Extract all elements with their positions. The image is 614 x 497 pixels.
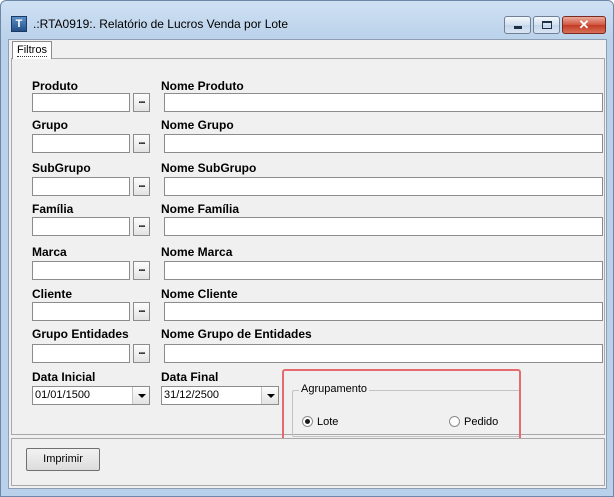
cliente-code-input[interactable] (32, 302, 130, 321)
data-inicial-value: 01/01/1500 (35, 389, 91, 401)
produto-label: Produto (32, 79, 78, 93)
chevron-down-icon[interactable] (132, 387, 149, 404)
actions-panel: Imprimir (11, 438, 605, 486)
familia-label: Família (32, 202, 74, 216)
nome-produto-input[interactable] (164, 93, 603, 112)
grupo-entidades-label: Grupo Entidades (32, 327, 129, 341)
agrupamento-title: Agrupamento (299, 383, 370, 395)
nome-grupo-entidades-label: Nome Grupo de Entidades (161, 327, 312, 341)
radio-checked-icon (302, 416, 313, 427)
familia-code-input[interactable] (32, 217, 130, 236)
subgrupo-code-input[interactable] (32, 177, 130, 196)
data-inicial-field[interactable]: 01/01/1500 (32, 386, 150, 405)
subgrupo-label: SubGrupo (32, 161, 91, 175)
radio-lote-label: Lote (317, 416, 339, 428)
radio-pedido-label: Pedido (464, 416, 499, 428)
data-final-value: 31/12/2500 (164, 389, 220, 401)
filters-panel: Produto Nome Produto ... Grupo Nome Grup… (11, 58, 605, 448)
agrupamento-group: Agrupamento Lote Pedido (292, 383, 521, 437)
tab-filtros[interactable]: Filtros (12, 41, 52, 59)
produto-lookup-button[interactable]: ... (133, 93, 150, 112)
data-inicial-label: Data Inicial (32, 370, 96, 384)
marca-lookup-button[interactable]: ... (133, 261, 150, 280)
title-bar[interactable]: T .:RTA0919:. Relatório de Lucros Venda … (1, 1, 613, 37)
minimize-icon (514, 26, 522, 29)
data-final-label: Data Final (161, 370, 219, 384)
close-button[interactable]: ✕ (562, 16, 606, 34)
grupo-lookup-button[interactable]: ... (133, 134, 150, 153)
subgrupo-lookup-button[interactable]: ... (133, 177, 150, 196)
grupo-code-input[interactable] (32, 134, 130, 153)
produto-code-input[interactable] (32, 93, 130, 112)
nome-grupo-label: Nome Grupo (161, 118, 234, 132)
nome-marca-input[interactable] (164, 261, 603, 280)
app-logo-icon: T (11, 16, 27, 32)
close-icon: ✕ (578, 17, 590, 32)
radio-lote[interactable]: Lote (302, 416, 338, 428)
tab-filtros-label: Filtros (17, 44, 47, 57)
data-final-field[interactable]: 31/12/2500 (161, 386, 279, 405)
nome-marca-label: Nome Marca (161, 245, 233, 259)
chevron-down-icon[interactable] (261, 387, 278, 404)
nome-grupo-input[interactable] (164, 134, 603, 153)
cliente-label: Cliente (32, 287, 73, 301)
grupo-entidades-code-input[interactable] (32, 344, 130, 363)
print-button[interactable]: Imprimir (26, 448, 100, 471)
nome-cliente-input[interactable] (164, 302, 603, 321)
nome-familia-input[interactable] (164, 217, 603, 236)
familia-lookup-button[interactable]: ... (133, 217, 150, 236)
nome-grupo-entidades-input[interactable] (164, 344, 603, 363)
grupo-label: Grupo (32, 118, 68, 132)
maximize-button[interactable] (533, 16, 560, 34)
minimize-button[interactable] (504, 16, 531, 34)
maximize-icon (542, 21, 552, 29)
marca-label: Marca (32, 245, 67, 259)
nome-produto-label: Nome Produto (161, 79, 244, 93)
nome-familia-label: Nome Família (161, 202, 240, 216)
nome-subgrupo-input[interactable] (164, 177, 603, 196)
nome-cliente-label: Nome Cliente (161, 287, 238, 301)
grupo-entidades-lookup-button[interactable]: ... (133, 344, 150, 363)
report-window: T .:RTA0919:. Relatório de Lucros Venda … (0, 0, 614, 497)
marca-code-input[interactable] (32, 261, 130, 280)
nome-subgrupo-label: Nome SubGrupo (161, 161, 257, 175)
radio-unchecked-icon (449, 416, 460, 427)
window-title: .:RTA0919:. Relatório de Lucros Venda po… (33, 17, 289, 31)
client-area: Filtros Produto Nome Produto ... Grupo N… (8, 39, 607, 489)
radio-pedido[interactable]: Pedido (449, 416, 498, 428)
cliente-lookup-button[interactable]: ... (133, 302, 150, 321)
